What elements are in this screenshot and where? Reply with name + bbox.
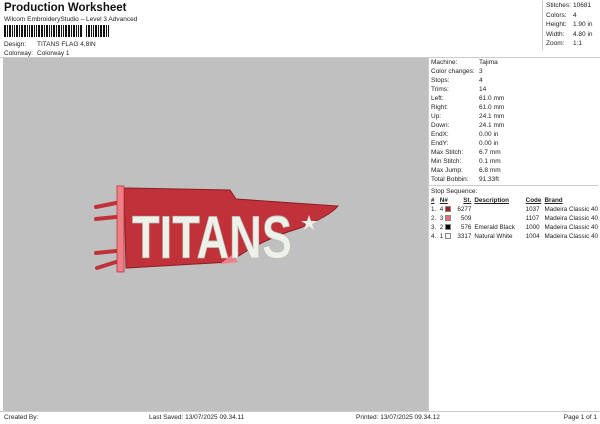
last-saved: Last Saved: 13/07/2025 09.34.11 xyxy=(149,414,245,421)
pennant-artwork: TITANS xyxy=(94,185,339,273)
table-row: 3. 2 576 Emerald Black 1000 Madeira Classic … xyxy=(431,224,598,231)
summary-stitches: Stitches: 10681 xyxy=(546,2,592,9)
pennant-text: TITANS xyxy=(132,204,292,271)
property-row: Color changes: 3 xyxy=(431,68,483,75)
page-title: Production Worksheet xyxy=(4,2,127,14)
summary-width: Width: 4.80 in xyxy=(546,30,593,38)
properties-list: Machine: Tajima Color changes: 3 Stops: 4 Trim… xyxy=(429,58,598,184)
property-row: Total Bobbin: 91.33ft xyxy=(431,176,499,183)
property-row: Max Stitch: 6.7 mm xyxy=(431,149,501,156)
property-row: Up: 24.1 mm xyxy=(431,113,505,120)
property-row: Stops: 4 xyxy=(431,77,483,84)
design-label: Design: xyxy=(4,41,27,48)
barcode xyxy=(4,25,120,37)
col-description: Description xyxy=(474,197,509,204)
property-row: Right: 61.0 mm xyxy=(431,104,505,111)
design-value: TITANS FLAG 4,8IN xyxy=(37,41,96,48)
property-row: EndY: 0.00 in xyxy=(431,140,499,147)
property-row: Trims: 14 xyxy=(431,86,487,93)
property-row: EndX: 0.00 in xyxy=(431,131,499,138)
properties-panel: Machine: Tajima Color changes: 3 Stops: 4 Trim… xyxy=(428,58,598,412)
footer: Created By: Last Saved: 13/07/2025 09.34… xyxy=(0,411,600,423)
property-row: Max Jump: 6.8 mm xyxy=(431,167,501,174)
property-row: Min Stitch: 0.1 mm xyxy=(431,158,501,165)
color-swatch xyxy=(445,206,452,213)
summary-colors: Colors: 4 xyxy=(546,11,577,19)
summary-box: Stitches: 10681 Colors: 4 Height: 1.90 in W… xyxy=(542,1,600,50)
property-row: Left: 61.0 mm xyxy=(431,95,505,102)
colorway-value: Colorway 1 xyxy=(37,50,70,57)
property-row: Machine: Tajima xyxy=(431,59,498,66)
property-row: Down: 24.1 mm xyxy=(431,122,505,129)
page-number: Page 1 of 1 xyxy=(563,414,597,421)
col-st: St. xyxy=(463,197,472,204)
table-row: 2. 3 509 1107 Madeira Classic 40 xyxy=(431,215,598,222)
stop-sequence-table: # N# St. Description Code Brand 1. 4 6277… xyxy=(431,196,598,241)
stop-sequence-title: Stop Sequence: xyxy=(431,188,478,195)
col-code: Code xyxy=(525,197,542,204)
table-row: 1. 4 6277 1037 Madeira Classic 40 xyxy=(431,206,598,213)
printed-date: Printed: 13/07/2025 09.34.12 xyxy=(356,414,440,421)
col-n: N# xyxy=(439,197,448,204)
pennant-tassels xyxy=(94,201,118,270)
color-swatch xyxy=(445,233,452,240)
pennant-pole xyxy=(116,185,125,273)
summary-zoom: Zoom: 1:1 xyxy=(546,40,583,48)
col-num: # xyxy=(431,197,435,204)
color-swatch xyxy=(445,215,452,222)
created-by: Created By: xyxy=(4,414,39,421)
design-preview: TITANS xyxy=(3,58,428,412)
color-swatch xyxy=(445,224,452,231)
colorway-label: Colorway: xyxy=(4,50,33,57)
table-row: 4. 1 3317 Natural White 1004 Madeira Classic… xyxy=(431,233,598,240)
col-brand: Brand xyxy=(544,197,563,204)
software-subtitle: Wilcom EmbroideryStudio – Level 3 Advanc… xyxy=(4,16,138,23)
summary-height: Height: 1.90 in xyxy=(546,21,593,29)
